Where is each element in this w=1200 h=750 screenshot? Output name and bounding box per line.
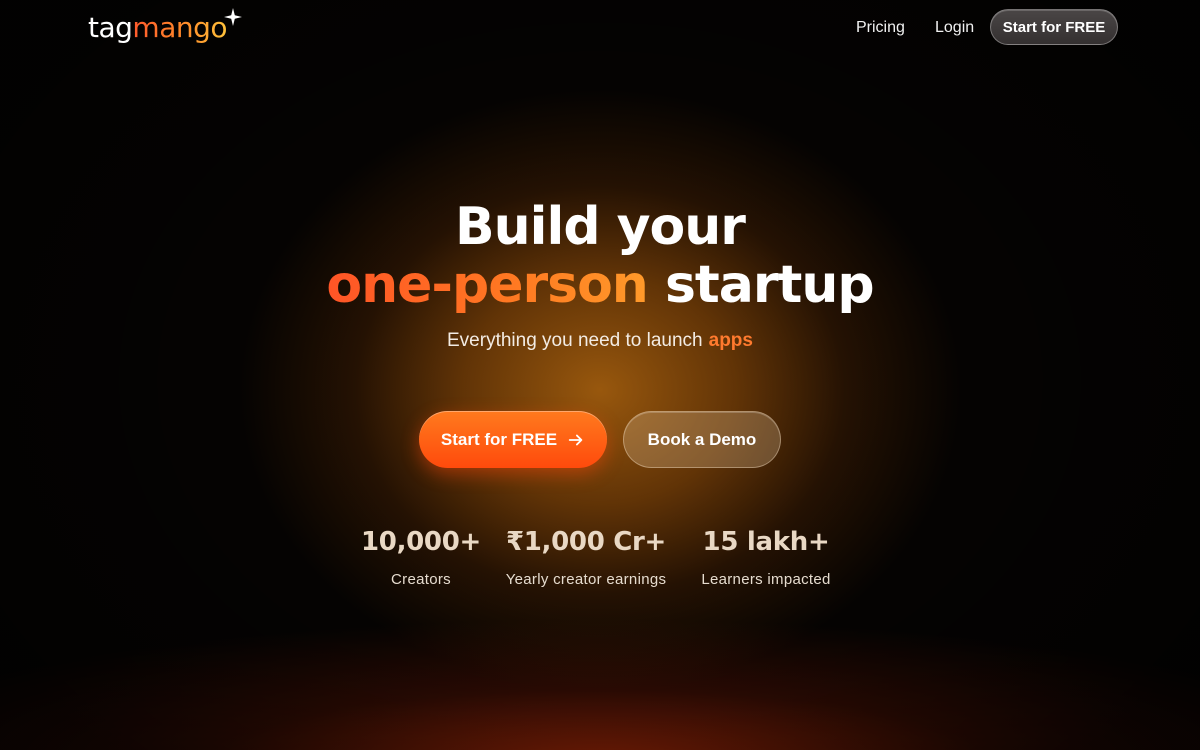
top-nav: tagmango Pricing Login Start for FREE xyxy=(0,0,1200,56)
hero-title-rest: startup xyxy=(664,255,875,315)
hero-subtitle-rotating-word: apps xyxy=(708,330,753,351)
stat-value: 15 lakh+ xyxy=(702,527,830,557)
nav-link-login[interactable]: Login xyxy=(935,16,974,40)
hero-title-accent: one-person xyxy=(326,255,648,315)
stat-label: Creators xyxy=(391,571,451,588)
nav-start-free-button[interactable]: Start for FREE xyxy=(990,9,1118,45)
background-vignette xyxy=(0,0,1200,750)
hero-subtitle-prefix: Everything you need to launch xyxy=(447,330,703,351)
hero-book-demo-button[interactable]: Book a Demo xyxy=(623,411,781,468)
hero-title-line2: one-person startup xyxy=(0,255,1200,315)
logo-wordmark-part1: tag xyxy=(88,11,133,44)
stat-value: 10,000+ xyxy=(360,527,482,557)
stat-value: ₹1,000 Cr+ xyxy=(505,527,667,557)
nav-link-pricing[interactable]: Pricing xyxy=(856,16,905,40)
stat-label: Learners impacted xyxy=(701,571,831,588)
logo-wordmark: tagmango xyxy=(88,8,228,48)
stat-earnings: ₹1,000 Cr+ Yearly creator earnings xyxy=(496,524,676,590)
landing-page: tagmango Pricing Login Start for FREE Bu… xyxy=(0,0,1200,750)
logo-wordmark-part2: mango xyxy=(132,11,228,44)
stat-learners: 15 lakh+ Learners impacted xyxy=(690,524,842,590)
hero-start-free-button[interactable]: Start for FREE xyxy=(419,411,607,468)
stat-label: Yearly creator earnings xyxy=(505,571,667,588)
sparkle-icon xyxy=(224,8,243,26)
stat-creators: 10,000+ Creators xyxy=(355,524,487,590)
arrow-right-icon xyxy=(568,434,583,445)
hero-start-free-label: Start for FREE xyxy=(440,429,558,449)
hero-title-line1: Build your xyxy=(455,197,746,257)
hero-subtitle: Everything you need to launch apps xyxy=(0,328,1200,354)
brand-logo[interactable]: tagmango xyxy=(88,8,243,48)
